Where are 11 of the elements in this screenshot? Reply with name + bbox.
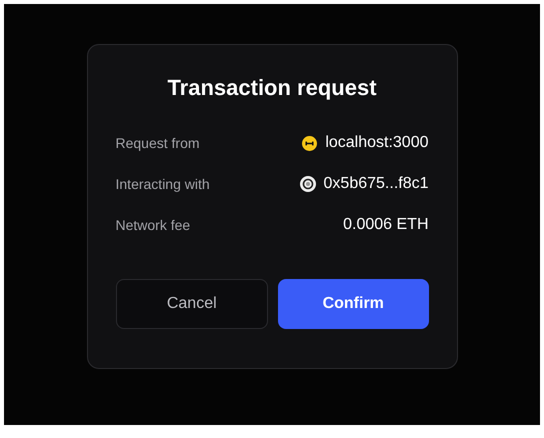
row-value: 0.0006 ETH	[343, 215, 428, 235]
dialog-title: Transaction request	[166, 77, 378, 99]
row-label: Network fee	[116, 216, 190, 234]
cancel-button[interactable]: Cancel	[116, 279, 268, 329]
ring-icon	[300, 176, 316, 192]
row-value: 0x5b675...f8c1	[324, 174, 428, 194]
site-icon	[302, 136, 318, 150]
row-label: Interacting with	[116, 174, 210, 194]
row-label: Request from	[116, 134, 200, 153]
confirm-button[interactable]: Confirm	[278, 279, 428, 329]
row-value: localhost:3000	[325, 133, 428, 153]
